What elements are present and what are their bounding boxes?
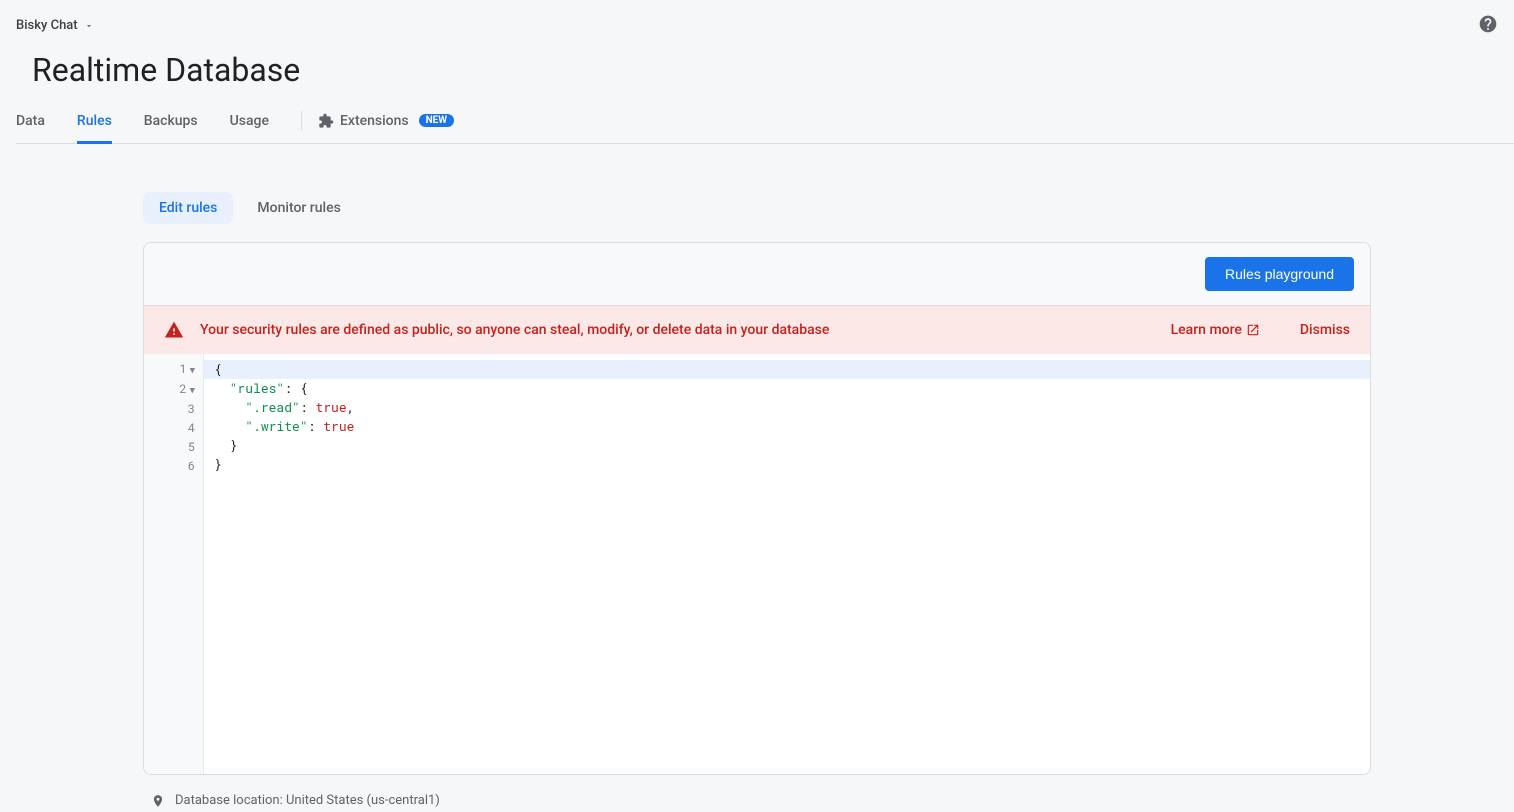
page-title: Realtime Database [32, 51, 1498, 89]
help-icon[interactable] [1478, 14, 1498, 34]
tab-divider [301, 111, 302, 131]
tab-rules[interactable]: Rules [77, 113, 112, 144]
tab-data[interactable]: Data [16, 113, 45, 144]
code-editor[interactable]: 1▼ 2▼ 3 4 5 6 { "rules": { ".read": true… [144, 354, 1370, 774]
gutter: 1▼ 2▼ 3 4 5 6 [144, 354, 204, 774]
location-text: Database location: United States (us-cen… [175, 793, 440, 808]
puzzle-icon [318, 113, 334, 129]
fold-icon[interactable]: ▼ [190, 385, 195, 396]
card-header: Rules playground [144, 243, 1370, 306]
tab-extensions[interactable]: Extensions NEW [318, 113, 454, 144]
location-icon [151, 794, 165, 808]
tab-backups[interactable]: Backups [144, 113, 198, 144]
location-footer: Database location: United States (us-cen… [143, 793, 1371, 808]
chevron-down-icon [84, 21, 94, 31]
subtab-edit-rules[interactable]: Edit rules [143, 192, 233, 224]
learn-more-link[interactable]: Learn more [1171, 322, 1260, 338]
subtabs: Edit rules Monitor rules [143, 192, 1371, 224]
alert-message: Your security rules are defined as publi… [200, 322, 1155, 338]
rules-card: Rules playground Your security rules are… [143, 242, 1371, 775]
learn-more-label: Learn more [1171, 322, 1242, 338]
subtab-monitor-rules[interactable]: Monitor rules [241, 192, 356, 224]
main-tabs: Data Rules Backups Usage Extensions NEW [16, 111, 1514, 144]
dismiss-button[interactable]: Dismiss [1300, 322, 1350, 338]
new-badge: NEW [419, 114, 454, 127]
project-name: Bisky Chat [16, 18, 78, 33]
rules-playground-button[interactable]: Rules playground [1205, 257, 1354, 291]
tab-extensions-label: Extensions [340, 113, 409, 129]
security-alert: Your security rules are defined as publi… [144, 306, 1370, 354]
fold-icon[interactable]: ▼ [190, 365, 195, 376]
project-selector[interactable]: Bisky Chat [16, 18, 94, 33]
code-area[interactable]: { "rules": { ".read": true, ".write": tr… [204, 354, 1370, 774]
warning-icon [164, 320, 184, 340]
tab-usage[interactable]: Usage [230, 113, 269, 144]
external-link-icon [1246, 323, 1260, 337]
